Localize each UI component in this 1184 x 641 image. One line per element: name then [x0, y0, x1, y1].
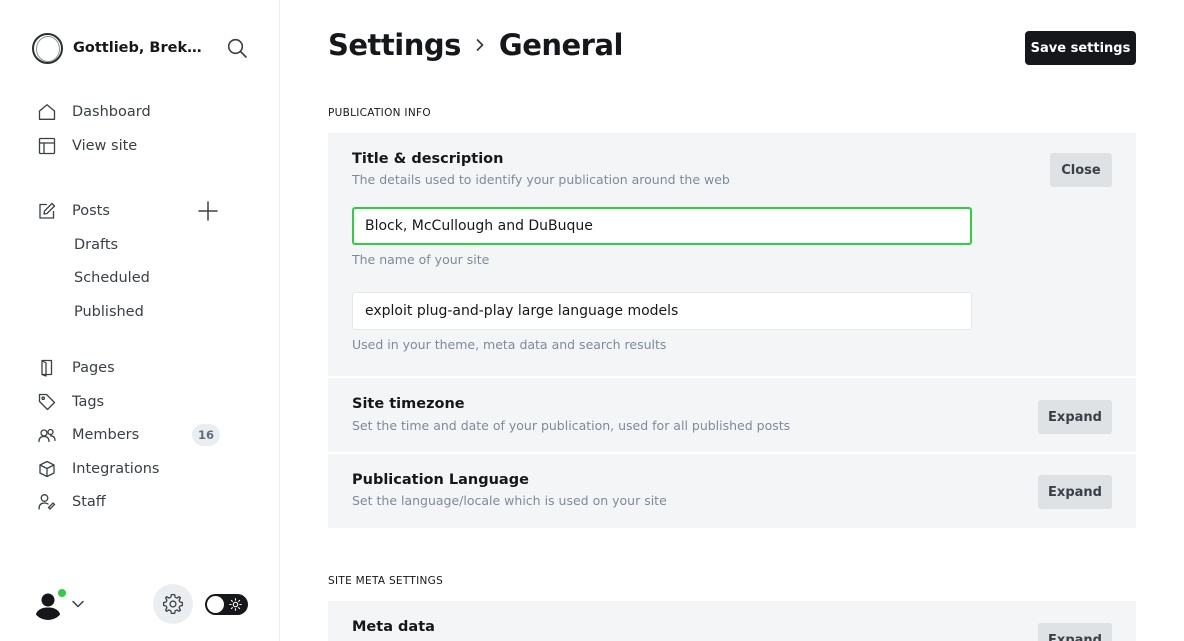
- sidebar-subitem-published[interactable]: Published: [74, 299, 144, 325]
- sidebar-item-label: Staff: [72, 494, 106, 510]
- card-description: The details used to identify your public…: [352, 172, 730, 187]
- site-title-input[interactable]: [352, 207, 972, 245]
- brand-logo-icon: [32, 32, 63, 64]
- sun-icon: [229, 598, 242, 611]
- publication-language-card: Publication Language Set the language/lo…: [328, 454, 1136, 528]
- site-description-hint: Used in your theme, meta data and search…: [352, 337, 667, 352]
- breadcrumb-settings[interactable]: Settings: [328, 28, 461, 62]
- sidebar-item-label: View site: [72, 138, 138, 154]
- close-button[interactable]: Close: [1050, 153, 1112, 187]
- site-description-input[interactable]: [352, 292, 972, 330]
- sidebar-subitem-drafts[interactable]: Drafts: [74, 232, 118, 258]
- page-title: Settings General: [328, 28, 624, 62]
- tag-icon: [38, 393, 56, 411]
- online-status-dot: [57, 588, 67, 598]
- dark-mode-toggle[interactable]: [205, 594, 248, 615]
- card-title: Title & description: [352, 151, 504, 167]
- sidebar-item-tags[interactable]: Tags: [30, 388, 260, 416]
- save-settings-button[interactable]: Save settings: [1025, 31, 1136, 65]
- section-label-publication-info: PUBLICATION INFO: [328, 107, 431, 119]
- sidebar-item-view-site[interactable]: View site: [30, 132, 260, 160]
- section-label-site-meta: SITE META SETTINGS: [328, 575, 444, 587]
- expand-meta-button[interactable]: Expand: [1038, 623, 1112, 641]
- sidebar-item-staff[interactable]: Staff: [30, 488, 260, 516]
- members-count-badge: 16: [192, 424, 221, 446]
- layout-icon: [38, 137, 56, 155]
- add-post-button[interactable]: [198, 201, 218, 221]
- edit-icon: [39, 202, 56, 219]
- search-button[interactable]: [226, 37, 248, 59]
- meta-data-card: Meta data Expand: [328, 601, 1136, 641]
- card-title: Site timezone: [352, 396, 465, 412]
- sidebar-item-pages[interactable]: Pages: [30, 354, 260, 382]
- card-description: Set the time and date of your publicatio…: [352, 418, 791, 433]
- sidebar-item-members[interactable]: Members: [30, 421, 260, 449]
- chevron-down-icon: [72, 600, 84, 608]
- sidebar-item-integrations[interactable]: Integrations: [30, 455, 260, 483]
- gear-icon: [163, 594, 183, 614]
- sidebar-item-dashboard[interactable]: Dashboard: [30, 98, 260, 126]
- toggle-knob: [207, 596, 224, 613]
- search-icon: [227, 38, 247, 58]
- settings-button[interactable]: [153, 584, 193, 624]
- site-timezone-card: Site timezone Set the time and date of y…: [328, 378, 1136, 452]
- card-title: Publication Language: [352, 472, 529, 488]
- sidebar-item-label: Tags: [72, 394, 105, 410]
- sidebar-item-posts[interactable]: Posts: [30, 197, 260, 225]
- expand-timezone-button[interactable]: Expand: [1038, 400, 1112, 434]
- staff-icon: [38, 494, 56, 510]
- sidebar-item-label: Integrations: [72, 461, 160, 477]
- sidebar-subitem-scheduled[interactable]: Scheduled: [74, 265, 150, 291]
- breadcrumb-general: General: [498, 28, 624, 62]
- sidebar: Gottlieb, Brekke... Dashboard View site …: [0, 0, 280, 641]
- expand-language-button[interactable]: Expand: [1038, 475, 1112, 509]
- sidebar-item-label: Pages: [72, 360, 115, 376]
- page-icon: [41, 359, 53, 377]
- site-title-hint: The name of your site: [352, 252, 490, 267]
- brand-name: Gottlieb, Brekke...: [73, 40, 209, 56]
- title-description-card: Title & description The details used to …: [328, 133, 1136, 376]
- chevron-right-icon: [476, 39, 484, 51]
- sidebar-item-label: Posts: [72, 203, 110, 219]
- card-description: Set the language/locale which is used on…: [352, 493, 667, 508]
- members-icon: [38, 428, 56, 443]
- sidebar-item-label: Members: [72, 427, 140, 443]
- plus-icon: [198, 201, 218, 221]
- main-content: Settings General Save settings PUBLICATI…: [280, 0, 1184, 641]
- home-icon: [38, 104, 56, 120]
- card-title: Meta data: [352, 619, 435, 635]
- sidebar-item-label: Dashboard: [72, 104, 151, 120]
- brand[interactable]: Gottlieb, Brekke...: [32, 31, 252, 65]
- cube-icon: [39, 460, 55, 478]
